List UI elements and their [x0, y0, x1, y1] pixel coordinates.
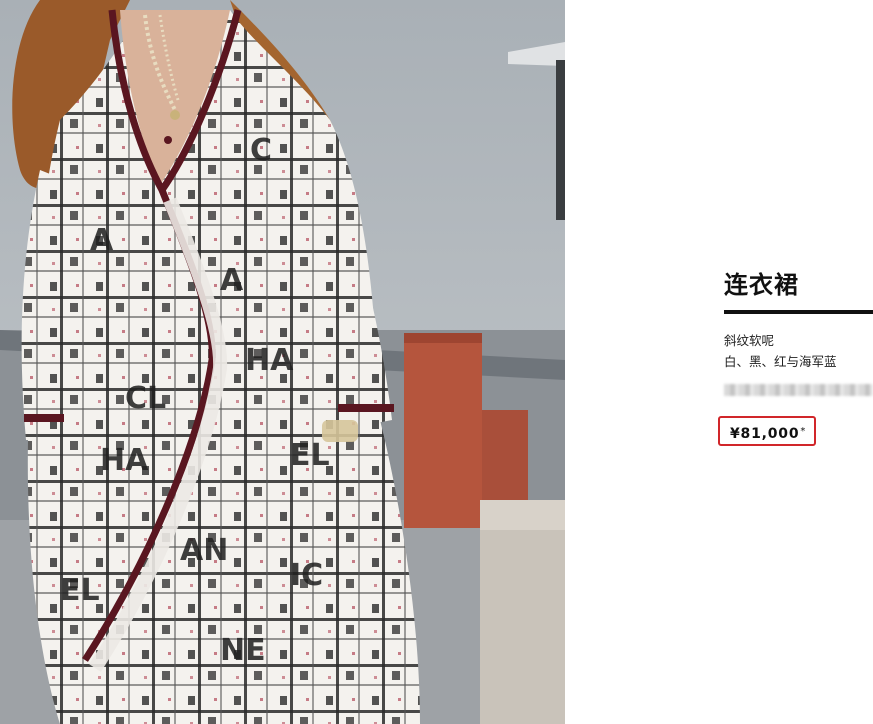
- title-divider: [724, 310, 873, 314]
- svg-text:IC: IC: [290, 558, 323, 593]
- svg-text:NE: NE: [220, 633, 266, 668]
- product-info-panel: 连衣裙 斜纹软呢 白、黑、红与海军蓝 ¥81,000*: [718, 268, 873, 446]
- price-note: *: [800, 426, 807, 437]
- blurred-reference-text: [724, 384, 873, 396]
- svg-text:A: A: [90, 223, 114, 258]
- svg-text:CL: CL: [125, 381, 166, 416]
- product-page: CL HA EL HA AN IC EL NE A C A 连衣裙 斜纹软呢 白…: [0, 0, 873, 724]
- product-price: ¥81,000*: [730, 424, 806, 442]
- svg-text:EL: EL: [290, 438, 330, 473]
- svg-text:HA: HA: [100, 443, 149, 478]
- product-photo-illustration: CL HA EL HA AN IC EL NE A C A: [0, 0, 565, 724]
- product-colors: 白、黑、红与海军蓝: [724, 354, 837, 369]
- product-title: 连衣裙: [724, 271, 799, 299]
- svg-text:C: C: [250, 133, 272, 168]
- svg-text:AN: AN: [180, 533, 228, 568]
- product-photo[interactable]: CL HA EL HA AN IC EL NE A C A: [0, 0, 565, 724]
- svg-text:EL: EL: [60, 573, 100, 608]
- product-material: 斜纹软呢: [724, 333, 775, 348]
- svg-text:A: A: [220, 263, 244, 298]
- svg-text:HA: HA: [245, 343, 294, 378]
- price-value: ¥81,000: [730, 426, 800, 442]
